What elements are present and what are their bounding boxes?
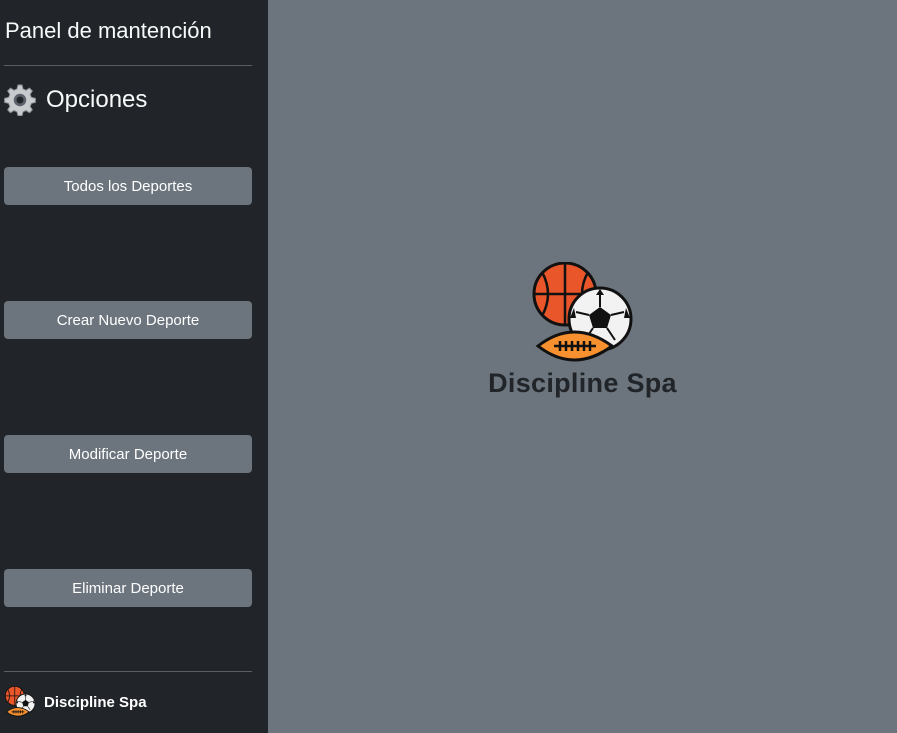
sidebar: Panel de mantención Opciones Todos los D… <box>0 0 268 733</box>
sports-balls-logo-icon <box>532 262 632 362</box>
gear-icon <box>4 84 36 116</box>
footer-brand-name: Discipline Spa <box>44 693 147 711</box>
modify-sport-button[interactable]: Modificar Deporte <box>4 435 252 473</box>
bottom-divider <box>4 671 252 672</box>
delete-sport-button[interactable]: Eliminar Deporte <box>4 569 252 607</box>
top-divider <box>4 65 252 66</box>
options-label: Opciones <box>46 86 148 113</box>
all-sports-button[interactable]: Todos los Deportes <box>4 167 252 205</box>
footer-brand-link[interactable]: Discipline Spa <box>4 686 147 718</box>
brand-name: Discipline Spa <box>488 368 677 398</box>
options-heading: Opciones <box>4 84 147 116</box>
center-brand: Discipline Spa <box>268 262 897 399</box>
main-content: Discipline Spa <box>268 0 897 733</box>
panel-title: Panel de mantención <box>5 18 212 43</box>
create-sport-button[interactable]: Crear Nuevo Deporte <box>4 301 252 339</box>
sports-balls-logo-icon <box>4 686 36 717</box>
